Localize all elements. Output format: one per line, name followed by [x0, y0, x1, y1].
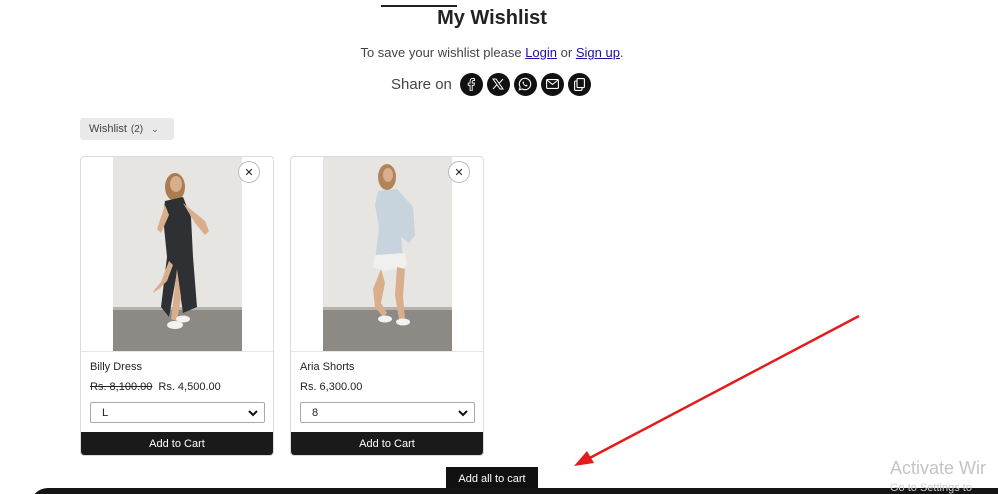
- product-photo[interactable]: [113, 157, 242, 351]
- size-select-value: 8: [312, 406, 319, 419]
- wishlist-dropdown[interactable]: Wishlist (2) ⌄: [80, 118, 174, 140]
- wishlist-page: My Wishlist To save your wishlist please…: [0, 0, 998, 494]
- signup-link[interactable]: Sign up: [576, 45, 620, 60]
- activate-windows-subtitle: Go to Settings to: [890, 482, 972, 494]
- facebook-icon[interactable]: [459, 72, 483, 96]
- share-row: Share on: [391, 72, 595, 96]
- email-icon[interactable]: [540, 72, 564, 96]
- remove-item-close-icon[interactable]: ✕: [238, 161, 260, 183]
- product-name[interactable]: Billy Dress: [90, 361, 142, 373]
- product-image-area[interactable]: ✕: [291, 157, 483, 352]
- login-or-text: or: [560, 45, 573, 60]
- add-to-cart-button[interactable]: Add to Cart: [81, 432, 273, 455]
- share-label: Share on: [391, 75, 452, 93]
- copy-link-icon[interactable]: [567, 72, 591, 96]
- chevron-down-icon: ⌄: [151, 123, 159, 134]
- login-prompt-suffix: .: [619, 45, 624, 60]
- product-photo[interactable]: [323, 157, 452, 351]
- remove-item-close-icon[interactable]: ✕: [448, 161, 470, 183]
- add-all-to-cart-button[interactable]: Add all to cart: [446, 467, 538, 490]
- chevron-down-icon: [248, 410, 258, 417]
- product-prices: Rs. 6,300.00: [300, 381, 362, 393]
- wishlist-count: (2): [130, 123, 144, 135]
- product-original-price: Rs. 8,100.00: [90, 381, 153, 393]
- product-card-aria-shorts: ✕ Aria Shorts Rs. 6,300.00 8 Add to Cart: [290, 156, 484, 456]
- login-link[interactable]: Login: [525, 45, 557, 60]
- product-name[interactable]: Aria Shorts: [300, 361, 354, 373]
- x-twitter-icon[interactable]: [486, 72, 510, 96]
- product-sale-price: Rs. 6,300.00: [300, 381, 363, 393]
- whatsapp-icon[interactable]: [513, 72, 537, 96]
- chevron-down-icon: [458, 410, 468, 417]
- size-select[interactable]: 8: [300, 402, 475, 423]
- login-prompt-text: To save your wishlist please: [360, 45, 522, 60]
- size-select[interactable]: L: [90, 402, 265, 423]
- page-title: My Wishlist: [437, 7, 547, 29]
- product-card-billy-dress: ✕ Billy Dress Rs. 8,100.00 Rs. 4,500.00 L…: [80, 156, 274, 456]
- activate-windows-watermark: Activate Wir: [890, 458, 987, 478]
- product-sale-price: Rs. 4,500.00: [158, 381, 221, 393]
- wishlist-dropdown-label: Wishlist: [89, 123, 127, 135]
- login-prompt: To save your wishlist please Login or Si…: [0, 45, 984, 60]
- add-to-cart-button[interactable]: Add to Cart: [291, 432, 483, 455]
- size-select-value: L: [102, 406, 109, 419]
- product-prices: Rs. 8,100.00 Rs. 4,500.00: [90, 381, 221, 393]
- product-image-area[interactable]: ✕: [81, 157, 273, 352]
- bottom-panel: [30, 488, 998, 494]
